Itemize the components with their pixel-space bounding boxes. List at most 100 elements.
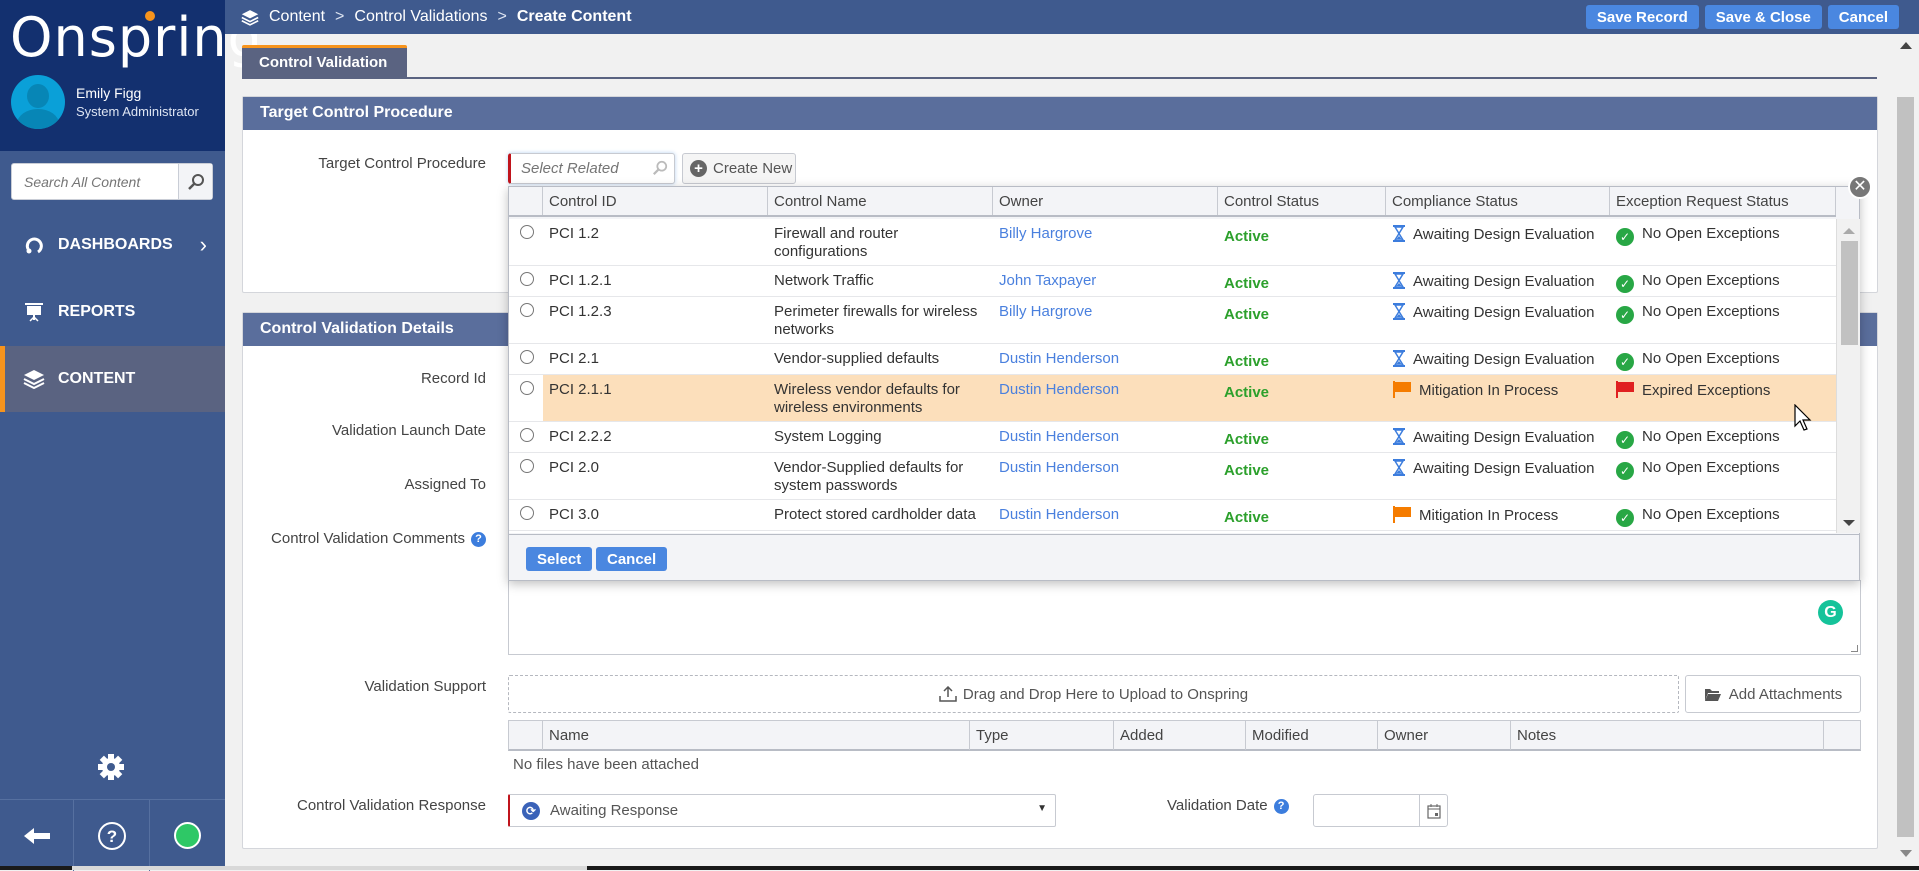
logo-dot <box>145 11 155 21</box>
search-icon <box>187 173 204 190</box>
validation-support-label: Validation Support <box>364 678 486 695</box>
column-header-name[interactable]: Name <box>543 721 970 750</box>
scroll-down-arrow[interactable] <box>1843 520 1855 526</box>
row-radio[interactable] <box>520 350 534 364</box>
column-header-compliance-status[interactable]: Compliance Status <box>1386 187 1610 215</box>
validation-date-input[interactable] <box>1313 794 1448 827</box>
help-button[interactable]: ? <box>74 800 150 871</box>
owner-link[interactable]: Dustin Henderson <box>999 381 1119 399</box>
save-record-button[interactable]: Save Record <box>1585 5 1699 29</box>
exception-status-cell: ✓ No Open Exceptions <box>1616 272 1780 293</box>
hourglass-icon <box>1393 428 1405 445</box>
column-header-exception-status[interactable]: Exception Request Status <box>1610 187 1836 215</box>
column-header-type[interactable]: Type <box>970 721 1114 750</box>
help-icon[interactable]: ? <box>1273 799 1289 814</box>
row-radio[interactable] <box>520 381 534 395</box>
picker-row[interactable]: PCI 1.2 Firewall and router configuration… <box>509 219 1836 266</box>
control-name-cell: Vendor-Supplied defaults for system pass… <box>774 459 964 494</box>
control-validation-response-select[interactable]: ⟳ Awaiting Response ▼ <box>508 794 1056 827</box>
row-radio[interactable] <box>520 428 534 442</box>
picker-row[interactable]: PCI 2.1.1 Wireless vendor defaults for wi… <box>509 375 1836 422</box>
control-id-cell: PCI 3.0 <box>549 506 600 523</box>
search-button[interactable] <box>178 164 212 199</box>
picker-row[interactable]: PCI 2.0 Vendor-Supplied defaults for syst… <box>509 453 1836 500</box>
sidebar-item-reports[interactable]: REPORTS <box>0 279 225 345</box>
picker-row[interactable]: PCI 1.2.3 Perimeter firewalls for wireles… <box>509 297 1836 344</box>
compliance-status-cell: Awaiting Design Evaluation <box>1393 272 1595 291</box>
compliance-status-cell: Mitigation In Process <box>1393 506 1558 525</box>
hourglass-icon <box>1393 303 1405 320</box>
status-indicator[interactable] <box>150 800 225 871</box>
add-attachments-button[interactable]: Add Attachments <box>1685 675 1861 713</box>
comments-textarea[interactable] <box>508 580 1861 655</box>
picker-row[interactable]: PCI 1.2.1 Network Traffic John Taxpayer Act… <box>509 266 1836 297</box>
breadcrumb-current: Create Content <box>516 8 632 25</box>
scroll-thumb[interactable] <box>1841 241 1858 345</box>
orange-flag-icon <box>1393 381 1411 398</box>
column-header-control-id[interactable]: Control ID <box>543 187 768 215</box>
picker-cancel-button[interactable]: Cancel <box>596 547 668 571</box>
help-icon[interactable]: ? <box>471 532 486 547</box>
save-close-button[interactable]: Save & Close <box>1704 5 1822 29</box>
row-radio[interactable] <box>520 272 534 286</box>
grammarly-icon[interactable]: G <box>1818 600 1843 625</box>
page-scroll-down[interactable] <box>1900 850 1912 857</box>
column-header-owner[interactable]: Owner <box>1378 721 1511 750</box>
owner-link[interactable]: Billy Hargrove <box>999 303 1092 321</box>
picker-row[interactable]: PCI 2.2.2 System Logging Dustin Henderson A… <box>509 422 1836 453</box>
sidebar: Onspring Emily Figg System Administrator… <box>0 0 262 871</box>
calendar-button[interactable] <box>1419 795 1447 826</box>
exception-status-text: No Open Exceptions <box>1642 272 1780 289</box>
owner-link[interactable]: Dustin Henderson <box>999 350 1119 368</box>
select-related-input[interactable] <box>511 154 641 183</box>
scroll-up-arrow[interactable] <box>1843 228 1855 234</box>
row-radio[interactable] <box>520 225 534 239</box>
owner-link[interactable]: Dustin Henderson <box>999 459 1119 477</box>
column-header-modified[interactable]: Modified <box>1246 721 1378 750</box>
control-status-cell: Active <box>1224 306 1270 323</box>
sidebar-item-content[interactable]: CONTENT <box>0 346 225 412</box>
user-role: System Administrator <box>76 104 199 119</box>
select-button[interactable]: Select <box>526 547 593 571</box>
tab-control-validation[interactable]: Control Validation <box>242 45 407 78</box>
avatar[interactable] <box>11 75 65 129</box>
breadcrumb-control-validations[interactable]: Control Validations <box>354 8 487 26</box>
owner-link[interactable]: John Taxpayer <box>999 272 1096 290</box>
owner-link[interactable]: Billy Hargrove <box>999 225 1092 243</box>
target-control-procedure-label: Target Control Procedure <box>318 155 486 172</box>
column-header-control-status[interactable]: Control Status <box>1218 187 1386 215</box>
select-related-field[interactable] <box>508 153 675 184</box>
search-all-content <box>11 163 213 200</box>
row-radio[interactable] <box>520 506 534 520</box>
row-radio[interactable] <box>520 459 534 473</box>
control-id-cell: PCI 1.2.1 <box>549 272 612 289</box>
picker-row[interactable]: PCI 2.1 Vendor-supplied defaults Dustin He… <box>509 344 1836 375</box>
chevron-right-icon[interactable]: › <box>200 232 207 258</box>
close-icon[interactable]: ✕ <box>1848 175 1872 199</box>
page-scrollbar[interactable] <box>1897 97 1914 837</box>
exception-status-text: No Open Exceptions <box>1642 506 1780 523</box>
collapse-sidebar-button[interactable] <box>0 800 74 871</box>
cancel-button[interactable]: Cancel <box>1827 5 1899 29</box>
page-scroll-up[interactable] <box>1900 42 1912 49</box>
create-new-button[interactable]: + Create New <box>682 153 796 184</box>
presentation-icon <box>22 302 46 322</box>
row-radio[interactable] <box>520 303 534 317</box>
picker-scrollbar[interactable] <box>1836 219 1860 533</box>
search-input[interactable] <box>12 164 180 199</box>
sidebar-item-dashboards[interactable]: DASHBOARDS › <box>0 212 225 278</box>
column-header-owner[interactable]: Owner <box>993 187 1218 215</box>
breadcrumb-separator: > <box>335 8 345 25</box>
column-header-notes[interactable]: Notes <box>1511 721 1824 750</box>
column-header-control-name[interactable]: Control Name <box>768 187 993 215</box>
upload-dropzone[interactable]: Drag and Drop Here to Upload to Onspring <box>508 675 1679 713</box>
owner-link[interactable]: Dustin Henderson <box>999 506 1119 524</box>
owner-link[interactable]: Dustin Henderson <box>999 428 1119 446</box>
compliance-status-cell: Awaiting Design Evaluation <box>1393 428 1595 447</box>
control-id-cell: PCI 2.2.2 <box>549 428 612 445</box>
column-header-added[interactable]: Added <box>1114 721 1246 750</box>
breadcrumb-content[interactable]: Content <box>269 8 325 26</box>
resize-handle[interactable] <box>1851 645 1858 652</box>
picker-row[interactable]: PCI 3.0 Protect stored cardholder data Dus… <box>509 500 1836 531</box>
settings-button[interactable] <box>96 752 126 787</box>
